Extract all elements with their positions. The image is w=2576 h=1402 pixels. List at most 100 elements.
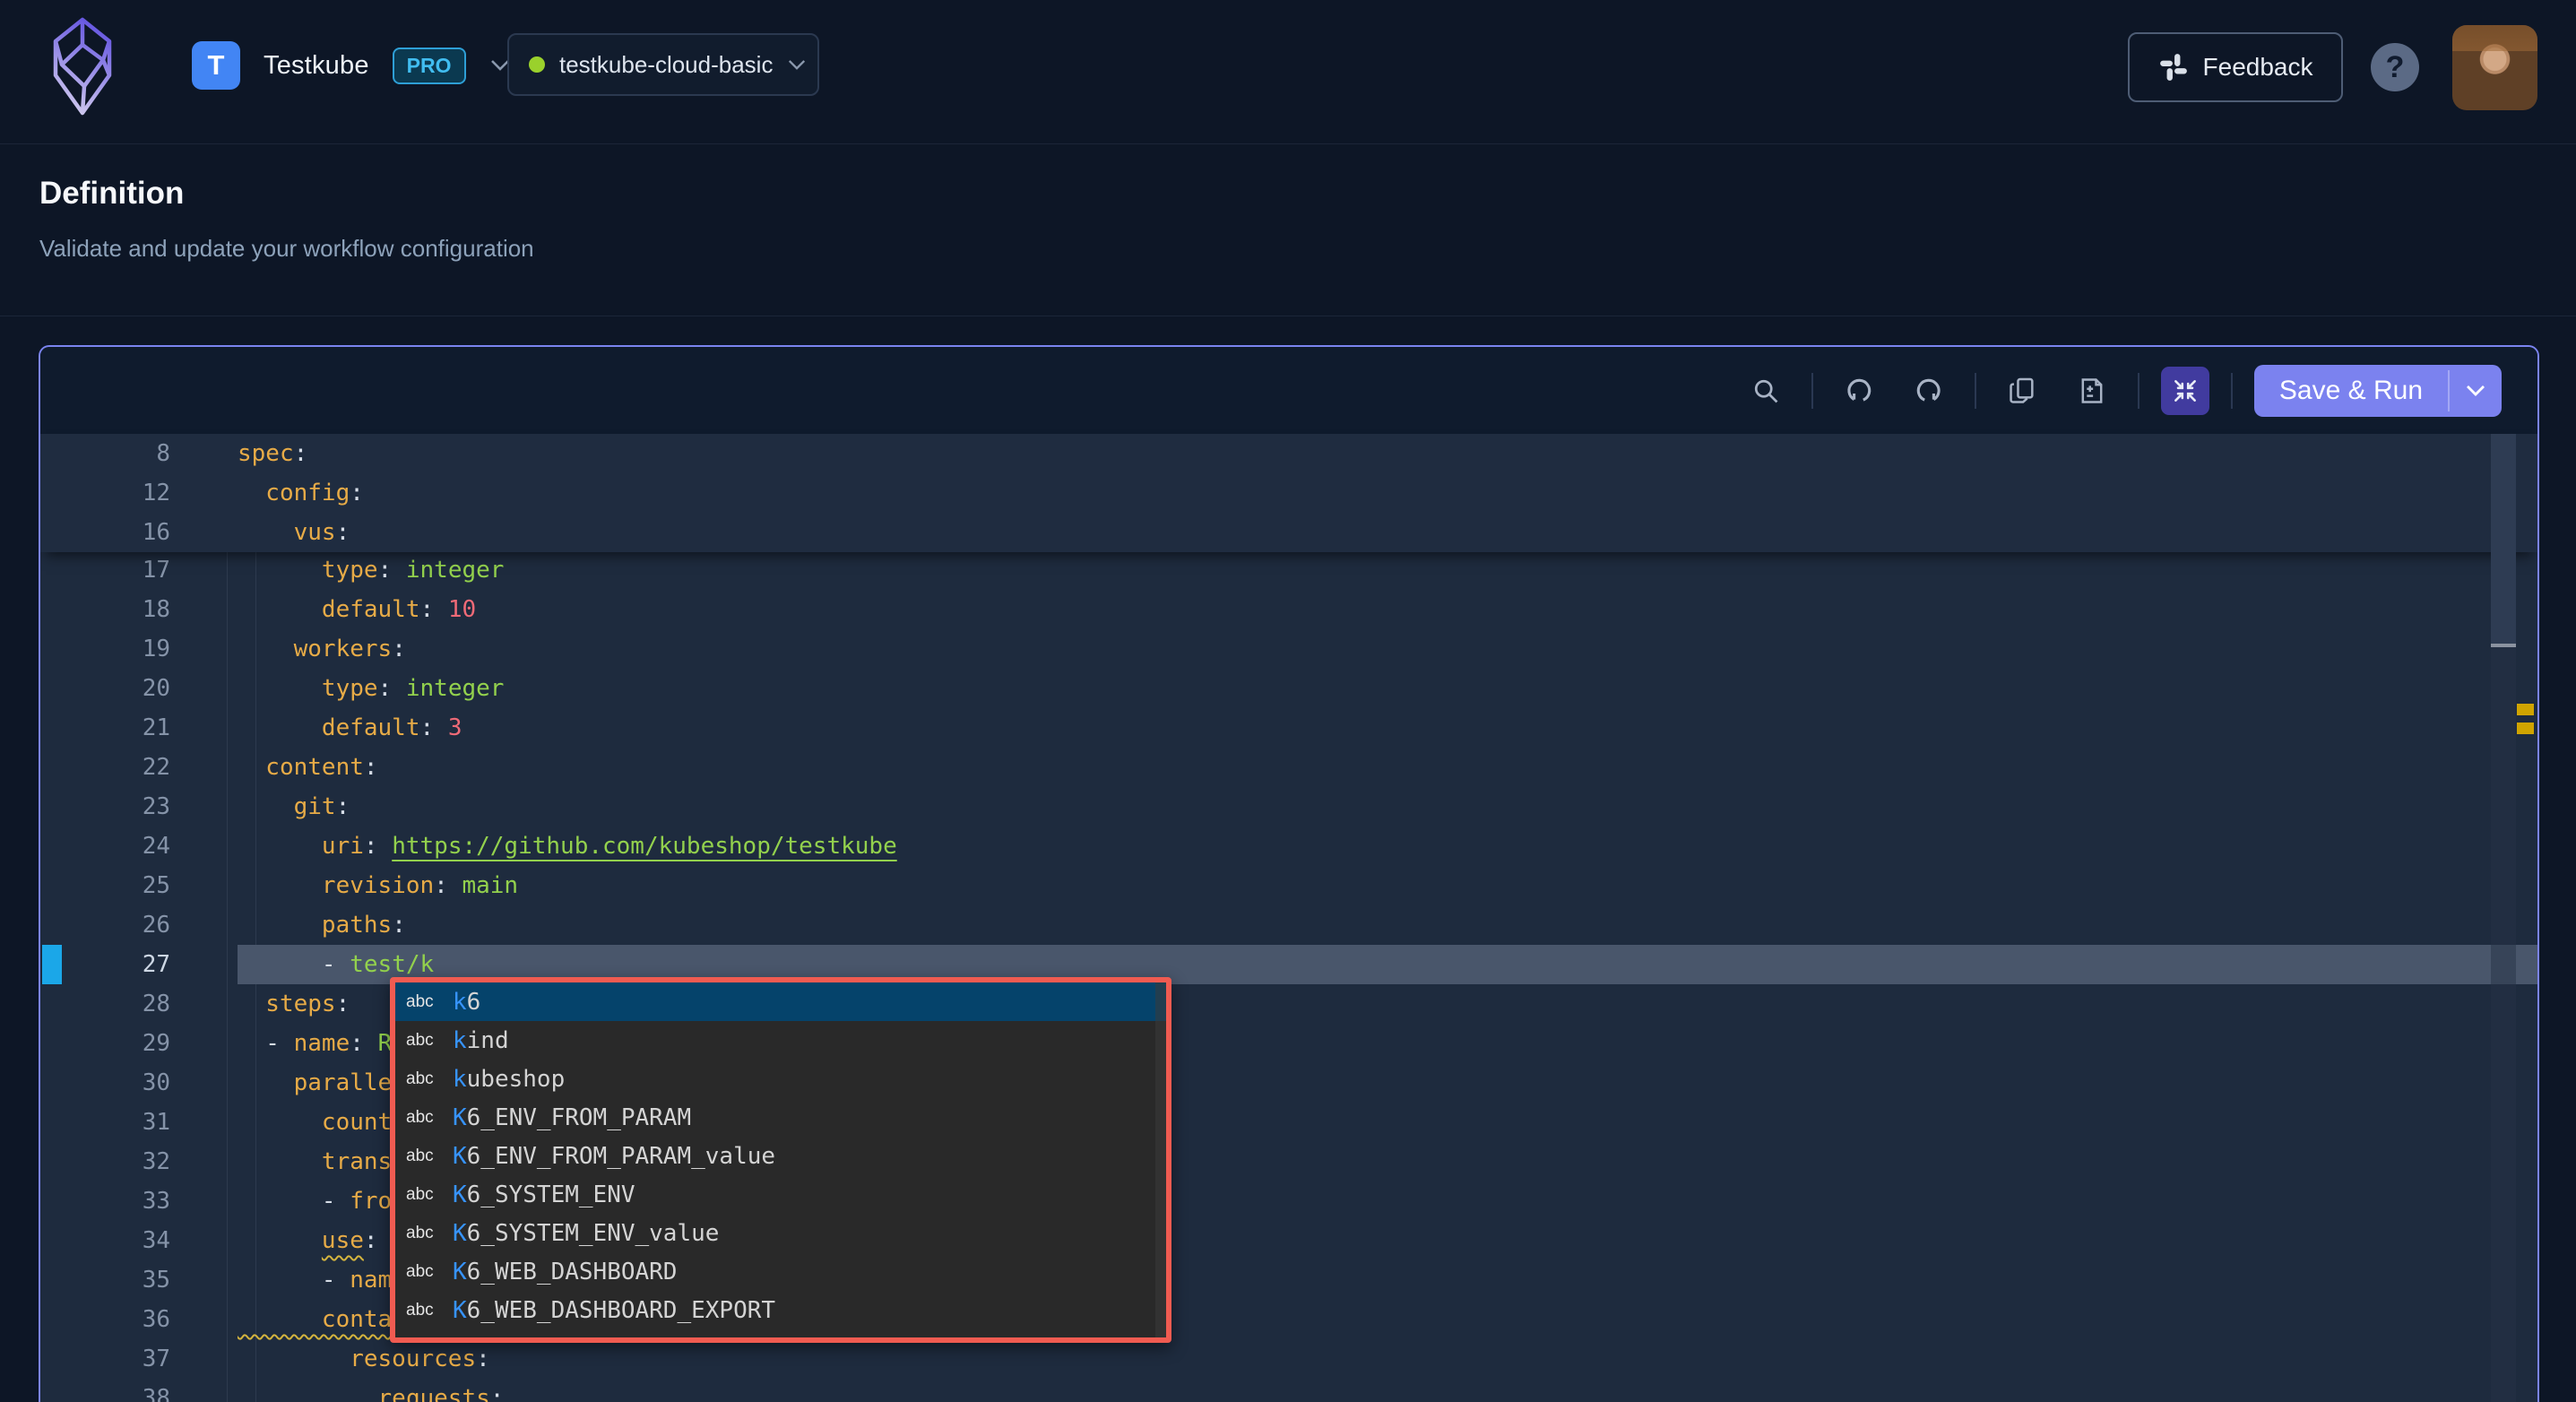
line-number: 23 bbox=[142, 793, 170, 820]
suggestion-item[interactable]: abc kubeshop bbox=[395, 1060, 1166, 1098]
suggestion-label: K6_SYSTEM_ENV bbox=[453, 1181, 635, 1208]
chevron-down-icon[interactable] bbox=[2450, 365, 2502, 417]
editor-scrollbar-thumb[interactable] bbox=[2491, 434, 2516, 645]
line-number: 8 bbox=[156, 440, 170, 467]
line-number: 36 bbox=[142, 1306, 170, 1333]
help-icon[interactable]: ? bbox=[2371, 43, 2419, 91]
code-line[interactable]: 17 type: integer bbox=[40, 550, 2537, 590]
code-text: paths: bbox=[238, 912, 406, 939]
environment-selector[interactable]: testkube-cloud-basic bbox=[507, 33, 819, 96]
code-text: resources: bbox=[238, 1346, 490, 1372]
scrollbar-thumb-edge bbox=[2491, 644, 2516, 647]
word-kind-icon: abc bbox=[406, 1030, 434, 1050]
code-line[interactable]: 24 uri: https://github.com/kubeshop/test… bbox=[40, 826, 2537, 866]
page-subtitle: Validate and update your workflow config… bbox=[39, 235, 534, 262]
code-text: default: 10 bbox=[238, 596, 477, 623]
suggestion-label: kind bbox=[453, 1026, 509, 1054]
suggestion-label: k6 bbox=[453, 988, 481, 1016]
user-avatar[interactable] bbox=[2452, 25, 2537, 110]
search-icon[interactable] bbox=[1742, 367, 1790, 415]
line-number: 16 bbox=[142, 519, 170, 546]
code-text: requests: bbox=[238, 1385, 505, 1402]
suggestion-label: K6_WEB_DASHBOARD bbox=[453, 1258, 678, 1285]
code-line[interactable]: 25 revision: main bbox=[40, 866, 2537, 905]
app-header: T Testkube PRO testkube-cloud-basic Feed… bbox=[0, 0, 2576, 144]
code-text: vus: bbox=[238, 519, 350, 546]
suggestion-label: K6_WEB_DASHBOARD_EXPORT bbox=[453, 1296, 776, 1324]
suggestion-label: kubeshop bbox=[453, 1065, 566, 1093]
line-number: 24 bbox=[142, 833, 170, 860]
line-number: 12 bbox=[142, 480, 170, 506]
org-switcher[interactable]: T Testkube PRO bbox=[192, 41, 511, 90]
line-number: 25 bbox=[142, 872, 170, 899]
toolbar-divider bbox=[1811, 372, 1813, 409]
suggestion-item[interactable]: abc K6_WEB_DASHBOARD_EXPORT bbox=[395, 1291, 1166, 1329]
word-kind-icon: abc bbox=[406, 1300, 434, 1320]
feedback-button[interactable]: Feedback bbox=[2128, 32, 2343, 102]
org-name: Testkube bbox=[264, 50, 369, 80]
code-text: revision: main bbox=[238, 872, 519, 899]
line-number: 34 bbox=[142, 1227, 170, 1254]
code-line[interactable]: 18 default: 10 bbox=[40, 590, 2537, 629]
code-line[interactable]: 16 vus: bbox=[40, 513, 2537, 552]
word-kind-icon: abc bbox=[406, 1146, 434, 1165]
code-line[interactable]: 26 paths: bbox=[40, 905, 2537, 945]
toolbar-divider bbox=[2137, 372, 2139, 409]
line-number: 31 bbox=[142, 1109, 170, 1136]
chevron-down-icon bbox=[787, 58, 807, 72]
save-and-run-button[interactable]: Save & Run bbox=[2253, 364, 2502, 417]
paste-document-icon[interactable] bbox=[2068, 367, 2116, 415]
suggestion-item[interactable]: abc k6 bbox=[395, 982, 1166, 1021]
testkube-logo-icon[interactable] bbox=[50, 14, 115, 118]
line-number: 37 bbox=[142, 1346, 170, 1372]
autocomplete-dropdown: abc k6 abc kind abc kubeshop abc K6_ENV_FROM_PA… bbox=[395, 982, 1166, 1337]
suggestion-label: K6_ENV_FROM_PARAM bbox=[453, 1103, 692, 1131]
code-line[interactable]: 21 default: 3 bbox=[40, 708, 2537, 748]
word-kind-icon: abc bbox=[406, 1223, 434, 1242]
code-line[interactable]: 37 resources: bbox=[40, 1339, 2537, 1379]
suggestion-item[interactable]: abc K6_SYSTEM_ENV bbox=[395, 1175, 1166, 1214]
plan-badge: PRO bbox=[392, 47, 466, 84]
env-status-icon bbox=[529, 56, 545, 73]
line-number: 28 bbox=[142, 991, 170, 1017]
definition-editor-panel: Save & Run 8 spec: 12 config: 16 vus: 17 ty… bbox=[39, 345, 2539, 1402]
collapse-icon[interactable] bbox=[2160, 366, 2209, 415]
current-line-gutter-marker bbox=[42, 945, 62, 984]
overview-ruler-warning-mark bbox=[2517, 723, 2534, 734]
code-line[interactable]: 38 requests: bbox=[40, 1379, 2537, 1402]
feedback-label: Feedback bbox=[2202, 53, 2313, 81]
code-line[interactable]: 20 type: integer bbox=[40, 669, 2537, 708]
toolbar-divider bbox=[2230, 372, 2233, 409]
word-kind-icon: abc bbox=[406, 1261, 434, 1281]
overview-ruler-warning-mark bbox=[2517, 704, 2534, 715]
org-avatar: T bbox=[192, 41, 240, 90]
line-number: 29 bbox=[142, 1030, 170, 1057]
code-text: spec: bbox=[238, 440, 308, 467]
undo-icon[interactable] bbox=[1835, 367, 1883, 415]
autocomplete-annotation-box: abc k6 abc kind abc kubeshop abc K6_ENV_FROM_PA… bbox=[390, 977, 1171, 1343]
line-number: 38 bbox=[142, 1385, 170, 1402]
code-line[interactable]: 8 spec: bbox=[40, 434, 2537, 473]
dropdown-scrollbar[interactable] bbox=[1155, 982, 1166, 1337]
redo-icon[interactable] bbox=[1905, 367, 1953, 415]
code-text: workers: bbox=[238, 636, 406, 662]
code-line[interactable]: 12 config: bbox=[40, 473, 2537, 513]
code-line[interactable]: 22 content: bbox=[40, 748, 2537, 787]
code-line[interactable]: 19 workers: bbox=[40, 629, 2537, 669]
copy-icon[interactable] bbox=[1998, 367, 2046, 415]
editor-toolbar: Save & Run bbox=[40, 347, 2537, 434]
suggestion-item[interactable]: abc kind bbox=[395, 1021, 1166, 1060]
suggestion-item[interactable]: abc K6_SYSTEM_ENV_value bbox=[395, 1214, 1166, 1252]
line-number: 20 bbox=[142, 675, 170, 702]
line-number: 33 bbox=[142, 1188, 170, 1215]
line-number: 35 bbox=[142, 1267, 170, 1294]
slack-icon bbox=[2158, 52, 2189, 82]
suggestion-item[interactable]: abc K6_ENV_FROM_PARAM_value bbox=[395, 1137, 1166, 1175]
word-kind-icon: abc bbox=[406, 991, 434, 1011]
code-line[interactable]: 23 git: bbox=[40, 787, 2537, 826]
suggestion-label: K6_SYSTEM_ENV_value bbox=[453, 1219, 720, 1247]
suggestion-item[interactable]: abc K6_ENV_FROM_PARAM bbox=[395, 1098, 1166, 1137]
line-number: 32 bbox=[142, 1148, 170, 1175]
suggestion-item[interactable]: abc K6_WEB_DASHBOARD bbox=[395, 1252, 1166, 1291]
sticky-scroll-context: 8 spec: 12 config: 16 vus: bbox=[40, 434, 2537, 552]
